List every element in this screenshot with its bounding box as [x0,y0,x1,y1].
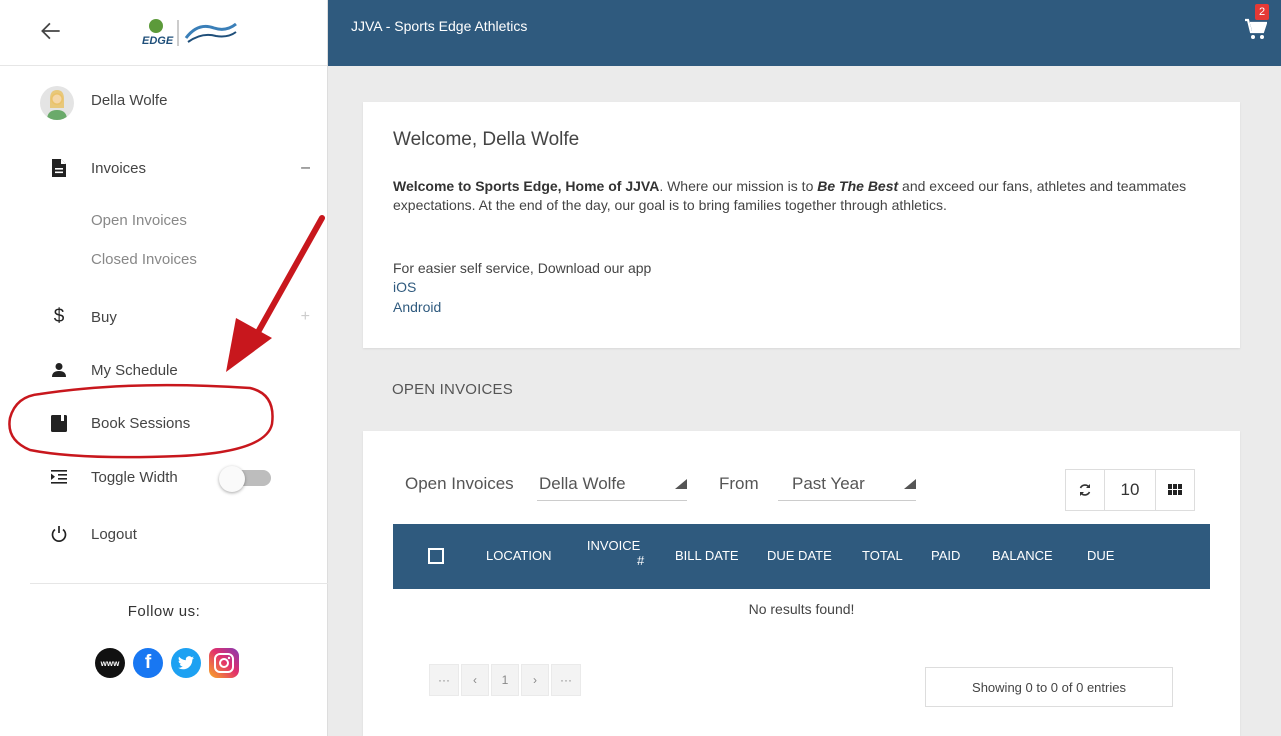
collapse-icon[interactable]: – [301,159,310,177]
sidebar-item-label: My Schedule [91,361,178,379]
column-paid[interactable]: PAID [931,548,960,563]
first-page-button[interactable]: ··· [429,664,459,696]
select-all-checkbox[interactable] [428,548,444,564]
welcome-intro-mid: . Where our mission is to [659,178,818,194]
sidebar-item-my-schedule[interactable]: My Schedule [0,350,328,390]
sidebar-item-label: Book Sessions [91,414,191,432]
period-select-value: Past Year [792,474,865,493]
sidebar-user[interactable]: Della Wolfe [0,80,328,120]
dropdown-caret-icon [904,479,916,489]
column-bill-date[interactable]: BILL DATE [675,548,739,563]
empty-table-message: No results found! [748,601,855,617]
last-page-button[interactable]: ··· [551,664,581,696]
columns-button[interactable] [1156,470,1194,510]
power-icon [49,524,69,544]
welcome-motto: Be The Best [817,178,899,194]
social-links: www f [95,648,239,678]
column-balance[interactable]: BALANCE [992,548,1053,563]
twitter-icon[interactable] [171,648,201,678]
document-icon [49,158,69,178]
android-link[interactable]: Android [393,299,441,315]
invoices-table-header: LOCATION INVOICE # BILL DATE DUE DATE TO… [393,524,1210,589]
svg-text:EDGE: EDGE [142,35,174,47]
column-invoice-hash: # [637,553,645,568]
cart-count-badge: 2 [1255,4,1269,20]
sidebar: EDGE Della Wolfe Invoices – Open Invoice… [0,0,328,736]
column-invoice-number[interactable]: INVOICE # [583,538,644,568]
facebook-icon[interactable]: f [133,648,163,678]
dollar-icon: $ [53,306,65,327]
page-1-button[interactable]: 1 [491,664,519,696]
sidebar-item-toggle-width: Toggle Width [0,457,328,497]
column-invoice-top: INVOICE [586,538,641,553]
open-invoices-section-title: OPEN INVOICES [392,381,513,398]
sidebar-item-closed-invoices[interactable]: Closed Invoices [91,251,197,268]
sidebar-header: EDGE [0,0,327,66]
book-icon [49,413,69,433]
column-location[interactable]: LOCATION [486,548,552,563]
www-icon[interactable]: www [95,648,125,678]
sidebar-item-buy[interactable]: $ Buy + [0,297,328,337]
welcome-message: Welcome to Sports Edge, Home of JJVA. Wh… [393,177,1213,215]
top-header: JJVA - Sports Edge Athletics 2 [328,0,1281,66]
pagination: ··· ‹ 1 › ··· [429,664,581,696]
sidebar-item-label: Buy [91,308,117,326]
toggle-width-switch[interactable] [217,466,273,492]
sidebar-item-book-sessions[interactable]: Book Sessions [0,403,328,443]
entries-summary: Showing 0 to 0 of 0 entries [925,667,1173,707]
dropdown-caret-icon [675,479,687,489]
page-size-select[interactable]: 10 [1104,470,1156,510]
next-page-button[interactable]: › [521,664,549,696]
period-select[interactable]: Past Year [778,471,916,501]
person-select[interactable]: Della Wolfe [537,471,687,501]
refresh-button[interactable] [1066,470,1104,510]
welcome-card: Welcome, Della Wolfe Welcome to Sports E… [363,102,1240,348]
www-glyph: www [100,658,120,668]
user-name: Della Wolfe [91,91,168,109]
header-title: JJVA - Sports Edge Athletics [351,18,528,34]
sidebar-item-label: Logout [91,525,137,543]
sidebar-item-open-invoices[interactable]: Open Invoices [91,212,187,229]
sidebar-divider [30,583,328,584]
sidebar-item-invoices[interactable]: Invoices – [0,148,328,188]
grid-icon [1168,484,1182,495]
facebook-glyph: f [144,652,152,673]
filter-label: Open Invoices [405,474,514,493]
welcome-intro-bold: Welcome to Sports Edge, Home of JJVA [393,178,660,194]
prev-page-button[interactable]: ‹ [461,664,489,696]
sidebar-item-label: Invoices [91,159,147,177]
instagram-icon[interactable] [209,648,239,678]
expand-icon[interactable]: + [301,308,310,326]
column-total[interactable]: TOTAL [862,548,903,563]
person-select-value: Della Wolfe [539,474,626,493]
sidebar-item-label: Toggle Width [91,468,178,486]
from-label: From [719,474,759,493]
person-icon [49,360,69,380]
refresh-icon [1079,484,1091,496]
sidebar-item-logout[interactable]: Logout [0,514,328,554]
logo: EDGE [142,19,237,47]
column-due[interactable]: DUE [1087,548,1114,563]
open-invoices-card: Open Invoices Della Wolfe From Past Year… [363,431,1240,736]
back-arrow-icon[interactable] [38,18,64,44]
welcome-title: Welcome, Della Wolfe [393,129,580,150]
table-toolbar: 10 [1065,469,1195,511]
self-service-text: For easier self service, Download our ap… [393,260,652,276]
follow-us-label: Follow us: [127,603,201,620]
ios-link[interactable]: iOS [393,279,416,295]
column-due-date[interactable]: DUE DATE [767,548,832,563]
indent-icon [49,467,69,487]
switch-knob [219,466,245,492]
